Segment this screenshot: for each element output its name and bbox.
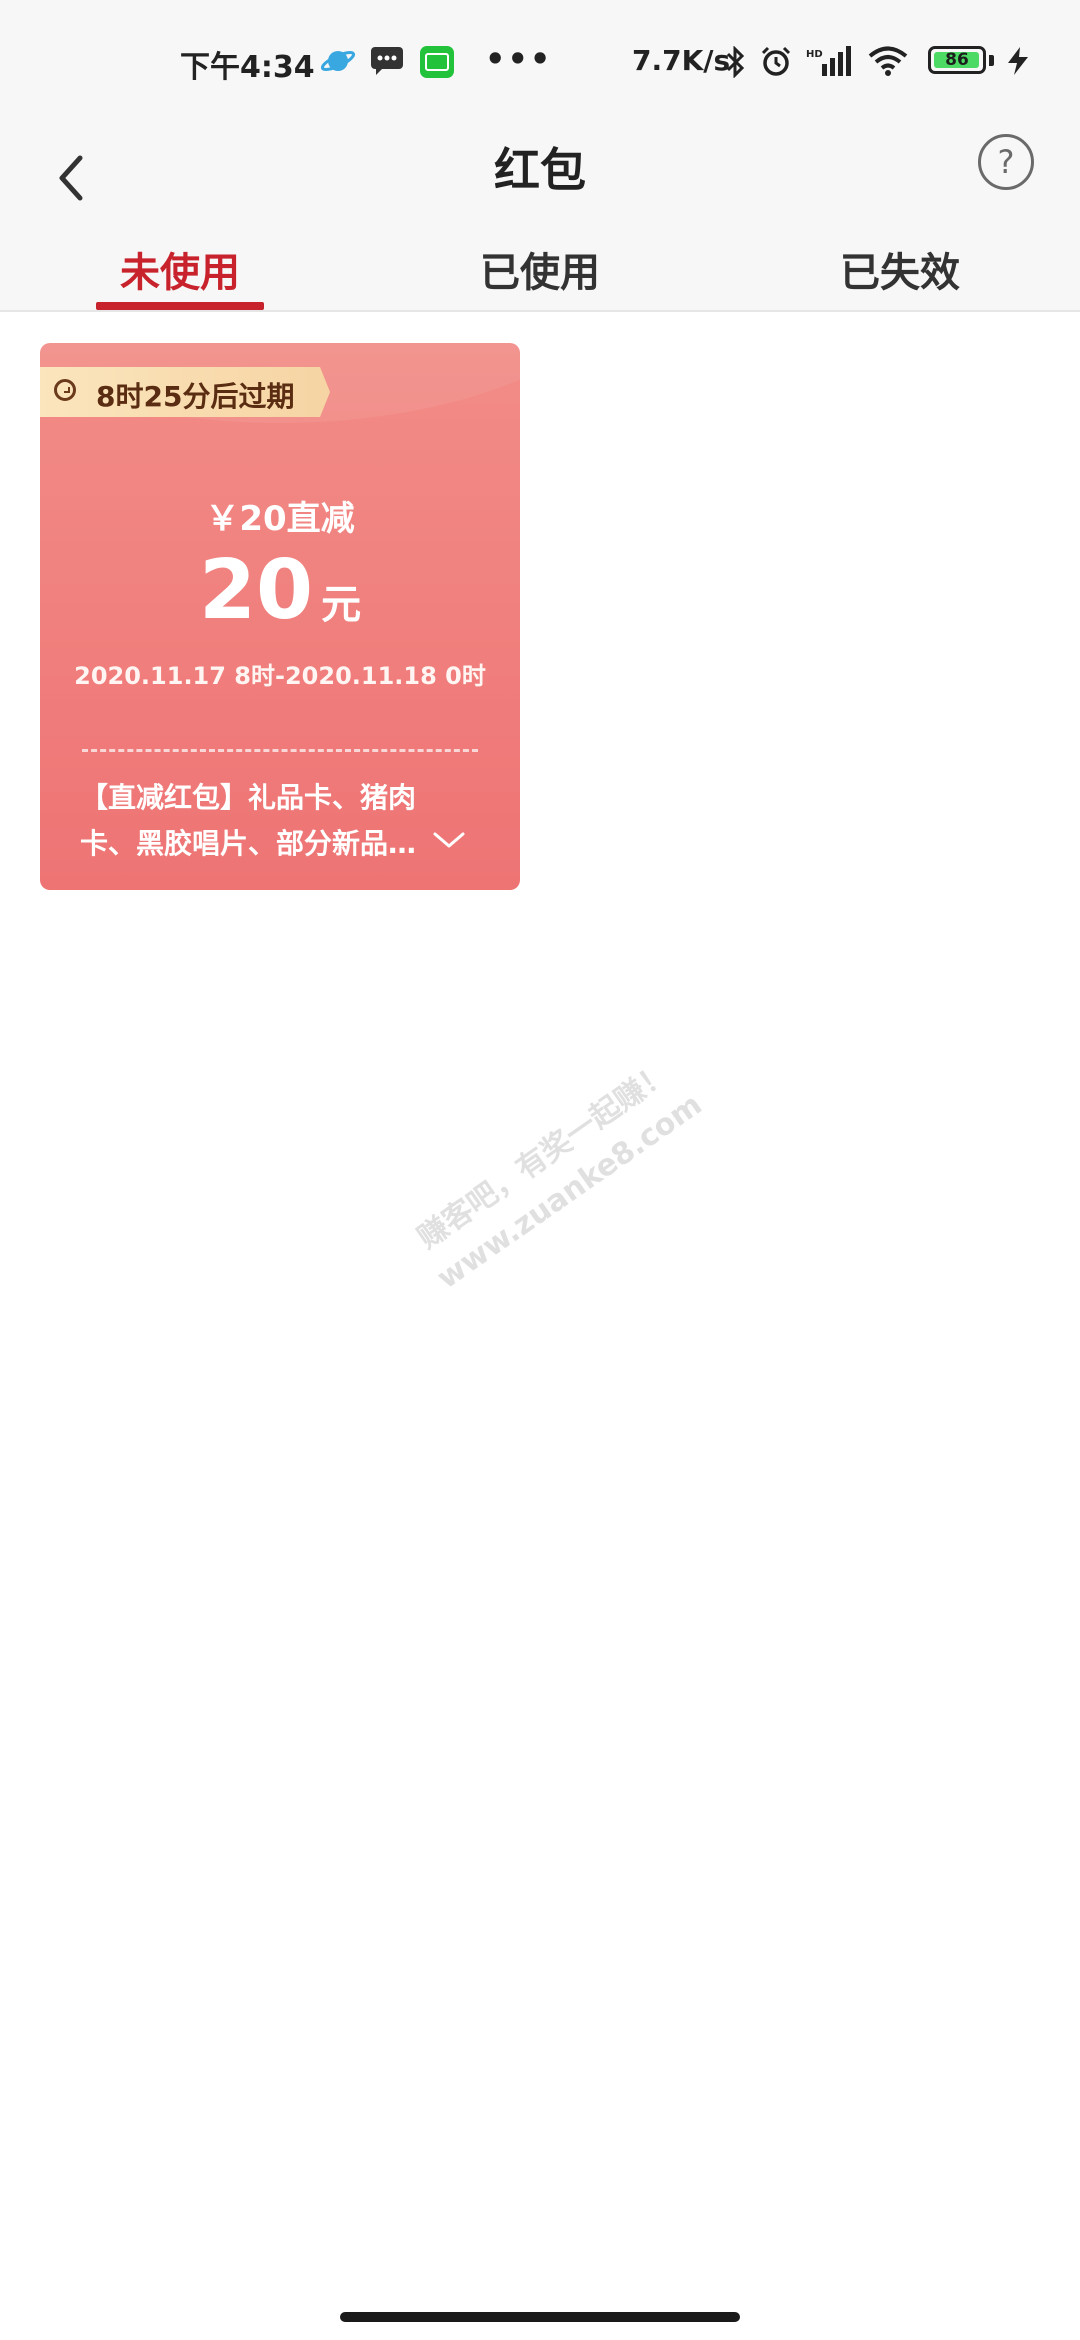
clock-icon	[54, 379, 76, 401]
iqiyi-icon	[420, 46, 454, 82]
tab-expired[interactable]: 已失效	[750, 240, 1050, 298]
battery-icon: 86	[928, 46, 986, 74]
coupon-label: ￥20直减	[205, 499, 355, 539]
alarm-icon	[760, 46, 792, 82]
wifi-icon	[868, 46, 908, 80]
help-button[interactable]: ?	[978, 134, 1034, 190]
more-notifications: •••	[485, 40, 553, 78]
coupon-validity-period: 2020.11.17 8时-2020.11.18 0时	[74, 662, 486, 690]
tab-unused[interactable]: 未使用	[30, 240, 330, 298]
coupon-card[interactable]: 8时25分后过期 ￥20直减 20 元 2020.11.17 8时-2020.11…	[40, 343, 520, 890]
charging-icon	[1004, 46, 1032, 80]
coupon-unit: 元	[321, 582, 362, 628]
chevron-down-icon[interactable]	[432, 830, 466, 850]
active-tab-indicator	[96, 302, 264, 310]
tab-bar: 未使用 已使用 已失效	[0, 230, 1080, 312]
help-icon: ?	[997, 143, 1015, 181]
planet-icon	[320, 46, 356, 80]
status-time: 下午4:34	[180, 50, 315, 85]
tab-used[interactable]: 已使用	[390, 240, 690, 298]
bluetooth-icon	[724, 45, 746, 82]
svg-text:HD: HD	[806, 49, 823, 60]
nav-header: 红包 ?	[0, 120, 1080, 230]
network-speed: 7.7K/s	[632, 44, 731, 77]
coupon-divider	[82, 749, 478, 752]
coupon-amount-row: 20 元	[40, 543, 520, 638]
home-indicator[interactable]	[340, 2312, 740, 2322]
watermark: 赚客吧，有奖一起赚！ www.zuanke8.com	[403, 1048, 711, 1300]
coupon-amount: 20	[198, 543, 314, 638]
expire-text: 8时25分后过期	[96, 380, 295, 413]
expire-tag: 8时25分后过期	[40, 367, 330, 417]
battery-level: 86	[945, 50, 969, 70]
status-bar: 下午4:34 ••• 7.7K/s HD 86	[0, 0, 1080, 120]
page-title: 红包	[494, 143, 586, 197]
page: 下午4:34 ••• 7.7K/s HD 86 红包 ? 未使用 已使用 已失效…	[0, 0, 1080, 2340]
message-icon	[370, 46, 404, 80]
coupon-description: 【直减红包】礼品卡、猪肉卡、黑胶唱片、部分新品…	[80, 781, 417, 860]
signal-icon: HD	[806, 46, 852, 80]
battery-cap	[989, 55, 994, 66]
